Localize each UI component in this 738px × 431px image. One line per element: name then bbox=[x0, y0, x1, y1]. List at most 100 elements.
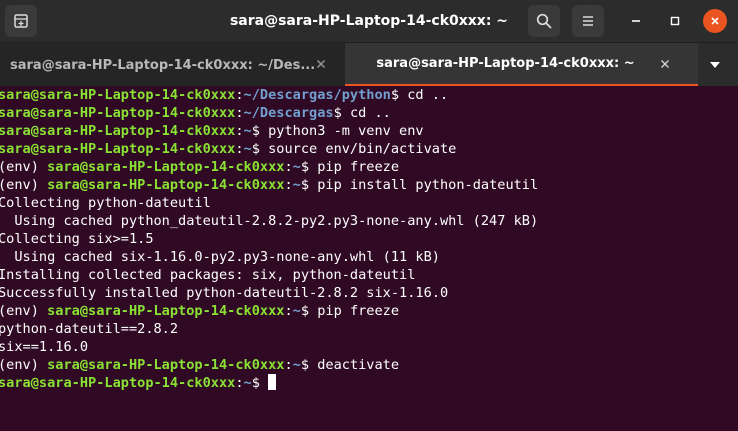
prompt-separator: : bbox=[284, 357, 293, 373]
venv-prefix: (env) bbox=[0, 357, 48, 373]
tab-close-button[interactable] bbox=[314, 57, 328, 71]
tab-bar: sara@sara-HP-Laptop-14-ck0xxx: ~/Des... … bbox=[0, 42, 738, 87]
hamburger-menu-icon bbox=[583, 16, 593, 26]
prompt-user-host: sara@sara-HP-Laptop-14-ck0xxx bbox=[47, 303, 285, 319]
command-text: pip freeze bbox=[317, 303, 400, 319]
output-text: Using cached six-1.16.0-py2.py3-none-any… bbox=[0, 249, 440, 265]
prompt-symbol: $ bbox=[333, 105, 350, 121]
prompt-line: (env) sara@sara-HP-Laptop-14-ck0xxx:~$ p… bbox=[0, 176, 736, 194]
venv-prefix: (env) bbox=[0, 303, 48, 319]
prompt-symbol: $ bbox=[300, 357, 318, 373]
output-line: Installing collected packages: six, pyth… bbox=[0, 266, 736, 284]
command-text: pip freeze bbox=[317, 159, 400, 175]
prompt-user-host: sara@sara-HP-Laptop-14-ck0xxx bbox=[0, 105, 236, 121]
output-line: python-dateutil==2.8.2 bbox=[0, 320, 736, 338]
venv-prefix: (env) bbox=[0, 159, 48, 175]
prompt-path: ~ bbox=[292, 303, 301, 319]
prompt-symbol: $ bbox=[390, 87, 408, 103]
prompt-user-host: sara@sara-HP-Laptop-14-ck0xxx bbox=[0, 375, 236, 391]
prompt-separator: : bbox=[235, 141, 244, 157]
new-tab-button[interactable] bbox=[5, 5, 37, 37]
prompt-user-host: sara@sara-HP-Laptop-14-ck0xxx bbox=[47, 357, 285, 373]
prompt-path: ~ bbox=[292, 357, 301, 373]
prompt-line: sara@sara-HP-Laptop-14-ck0xxx:~$ bbox=[0, 374, 736, 392]
tab-home[interactable]: sara@sara-HP-Laptop-14-ck0xxx: ~ bbox=[345, 43, 698, 87]
prompt-path: ~ bbox=[292, 159, 301, 175]
venv-prefix: (env) bbox=[0, 177, 48, 193]
prompt-line: sara@sara-HP-Laptop-14-ck0xxx:~$ python3… bbox=[0, 122, 736, 140]
maximize-icon bbox=[670, 16, 680, 26]
prompt-path: ~ bbox=[243, 375, 252, 391]
chevron-down-icon bbox=[710, 62, 720, 68]
new-tab-icon bbox=[14, 14, 28, 28]
command-text: cd .. bbox=[407, 87, 449, 103]
prompt-user-host: sara@sara-HP-Laptop-14-ck0xxx bbox=[0, 87, 236, 103]
output-line: Collecting six>=1.5 bbox=[0, 230, 736, 248]
prompt-user-host: sara@sara-HP-Laptop-14-ck0xxx bbox=[47, 159, 285, 175]
prompt-line: (env) sara@sara-HP-Laptop-14-ck0xxx:~$ p… bbox=[0, 302, 736, 320]
tab-label: sara@sara-HP-Laptop-14-ck0xxx: ~/Des... bbox=[10, 57, 316, 73]
prompt-symbol: $ bbox=[300, 303, 318, 319]
output-text: six==1.16.0 bbox=[0, 339, 89, 355]
prompt-user-host: sara@sara-HP-Laptop-14-ck0xxx bbox=[0, 141, 236, 157]
output-text: Collecting six>=1.5 bbox=[0, 231, 154, 247]
prompt-separator: : bbox=[235, 375, 244, 391]
close-icon bbox=[661, 60, 669, 68]
output-text: Successfully installed python-dateutil-2… bbox=[0, 285, 449, 301]
prompt-path: ~ bbox=[243, 123, 252, 139]
tab-list-button[interactable] bbox=[700, 55, 730, 75]
terminal-output[interactable]: sara@sara-HP-Laptop-14-ck0xxx:~/Descarga… bbox=[0, 86, 738, 431]
minimize-icon bbox=[632, 20, 640, 22]
prompt-line: (env) sara@sara-HP-Laptop-14-ck0xxx:~$ d… bbox=[0, 356, 736, 374]
prompt-symbol: $ bbox=[251, 375, 269, 391]
prompt-path: ~/Descargas bbox=[243, 105, 334, 121]
output-text: python-dateutil==2.8.2 bbox=[0, 321, 179, 337]
command-text: deactivate bbox=[317, 357, 400, 373]
prompt-line: sara@sara-HP-Laptop-14-ck0xxx:~/Descarga… bbox=[0, 104, 736, 122]
output-line: six==1.16.0 bbox=[0, 338, 736, 356]
minimize-button[interactable] bbox=[624, 9, 648, 33]
tab-label: sara@sara-HP-Laptop-14-ck0xxx: ~ bbox=[376, 56, 635, 71]
output-line: Using cached six-1.16.0-py2.py3-none-any… bbox=[0, 248, 736, 266]
close-icon bbox=[711, 17, 719, 25]
text-cursor bbox=[268, 374, 277, 390]
prompt-path: ~ bbox=[243, 141, 252, 157]
title-bar: sara@sara-HP-Laptop-14-ck0xxx: ~ bbox=[0, 0, 738, 42]
terminal-window: sara@sara-HP-Laptop-14-ck0xxx: ~ sara@sa… bbox=[0, 0, 738, 431]
prompt-path: ~/Descargas/python bbox=[243, 87, 391, 103]
menu-button[interactable] bbox=[572, 5, 604, 37]
prompt-separator: : bbox=[235, 123, 244, 139]
search-button[interactable] bbox=[528, 5, 560, 37]
prompt-user-host: sara@sara-HP-Laptop-14-ck0xxx bbox=[0, 123, 236, 139]
prompt-user-host: sara@sara-HP-Laptop-14-ck0xxx bbox=[47, 177, 285, 193]
command-text: cd .. bbox=[349, 105, 391, 121]
command-text: python3 -m venv env bbox=[268, 123, 424, 139]
prompt-symbol: $ bbox=[251, 123, 269, 139]
prompt-symbol: $ bbox=[251, 141, 269, 157]
prompt-symbol: $ bbox=[300, 177, 318, 193]
command-text: source env/bin/activate bbox=[268, 141, 457, 157]
prompt-line: sara@sara-HP-Laptop-14-ck0xxx:~$ source … bbox=[0, 140, 736, 158]
prompt-separator: : bbox=[284, 159, 293, 175]
tab-descargas[interactable]: sara@sara-HP-Laptop-14-ck0xxx: ~/Des... bbox=[0, 43, 345, 87]
output-line: Successfully installed python-dateutil-2… bbox=[0, 284, 736, 302]
prompt-line: sara@sara-HP-Laptop-14-ck0xxx:~/Descarga… bbox=[0, 86, 736, 104]
prompt-line: (env) sara@sara-HP-Laptop-14-ck0xxx:~$ p… bbox=[0, 158, 736, 176]
tab-close-button[interactable] bbox=[658, 57, 672, 71]
command-text: pip install python-dateutil bbox=[317, 177, 539, 193]
output-line: Using cached python_dateutil-2.8.2-py2.p… bbox=[0, 212, 736, 230]
search-icon bbox=[536, 13, 552, 29]
output-text: Collecting python-dateutil bbox=[0, 195, 211, 211]
prompt-symbol: $ bbox=[300, 159, 318, 175]
output-text: Installing collected packages: six, pyth… bbox=[0, 267, 416, 283]
prompt-separator: : bbox=[235, 87, 244, 103]
maximize-button[interactable] bbox=[663, 9, 687, 33]
close-window-button[interactable] bbox=[703, 9, 727, 33]
output-text: Using cached python_dateutil-2.8.2-py2.p… bbox=[0, 213, 539, 229]
prompt-separator: : bbox=[284, 303, 293, 319]
prompt-separator: : bbox=[284, 177, 293, 193]
prompt-path: ~ bbox=[292, 177, 301, 193]
close-icon bbox=[317, 60, 325, 68]
prompt-separator: : bbox=[235, 105, 244, 121]
output-line: Collecting python-dateutil bbox=[0, 194, 736, 212]
